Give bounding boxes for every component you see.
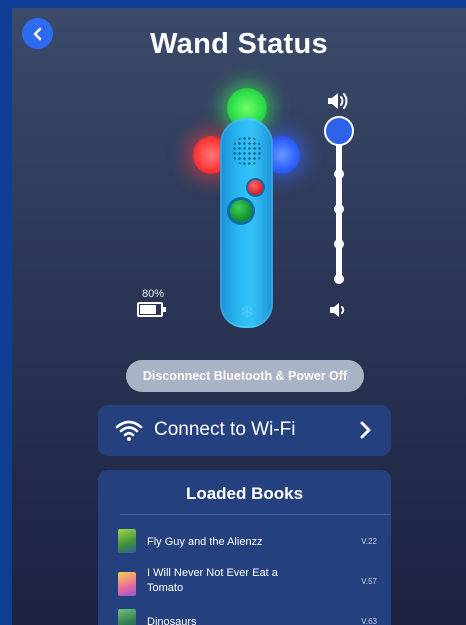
wand-illustration: ❄ — [220, 118, 273, 328]
loaded-books-panel: Loaded Books Fly Guy and the Alienzz V.2… — [98, 470, 391, 625]
volume-step-dot — [334, 204, 344, 214]
volume-slider-thumb[interactable] — [324, 116, 354, 146]
wifi-icon — [115, 420, 143, 441]
connect-wifi-button[interactable]: Connect to Wi-Fi — [98, 405, 391, 456]
wand-green-button — [230, 200, 252, 222]
book-cover-image — [118, 609, 136, 625]
book-version: V.22 — [361, 537, 377, 546]
volume-step-dot — [334, 239, 344, 249]
book-title: I Will Never Not Ever Eat a Tomato — [147, 567, 278, 594]
snowflake-icon: ❄ — [239, 302, 255, 322]
book-version: V.63 — [361, 617, 377, 625]
battery-icon — [137, 302, 166, 317]
battery-percentage: 80% — [141, 288, 165, 300]
chevron-right-icon — [360, 421, 371, 439]
loaded-books-title: Loaded Books — [185, 484, 304, 503]
wifi-label: Connect to Wi-Fi — [154, 419, 296, 440]
wand-status-screen: Wand Status ❄ 80% Disconnect Bluetooth &… — [12, 8, 466, 625]
disconnect-button[interactable]: Disconnect Bluetooth & Power Off — [126, 360, 364, 392]
volume-up-icon[interactable] — [326, 90, 352, 112]
volume-step-dot — [334, 274, 344, 284]
battery-fill — [140, 305, 156, 314]
book-title: Dinosaurs — [147, 616, 197, 625]
book-cover-image — [118, 529, 136, 553]
wand-speaker-grille — [232, 136, 262, 166]
volume-down-icon[interactable] — [328, 300, 348, 320]
page-title: Wand Status — [150, 28, 328, 60]
volume-step-dot — [334, 169, 344, 179]
book-title: Fly Guy and the Alienzz — [147, 536, 263, 548]
divider — [120, 514, 391, 515]
book-cover-image — [118, 572, 136, 596]
book-version: V.57 — [361, 577, 377, 586]
wand-red-button — [248, 180, 263, 195]
